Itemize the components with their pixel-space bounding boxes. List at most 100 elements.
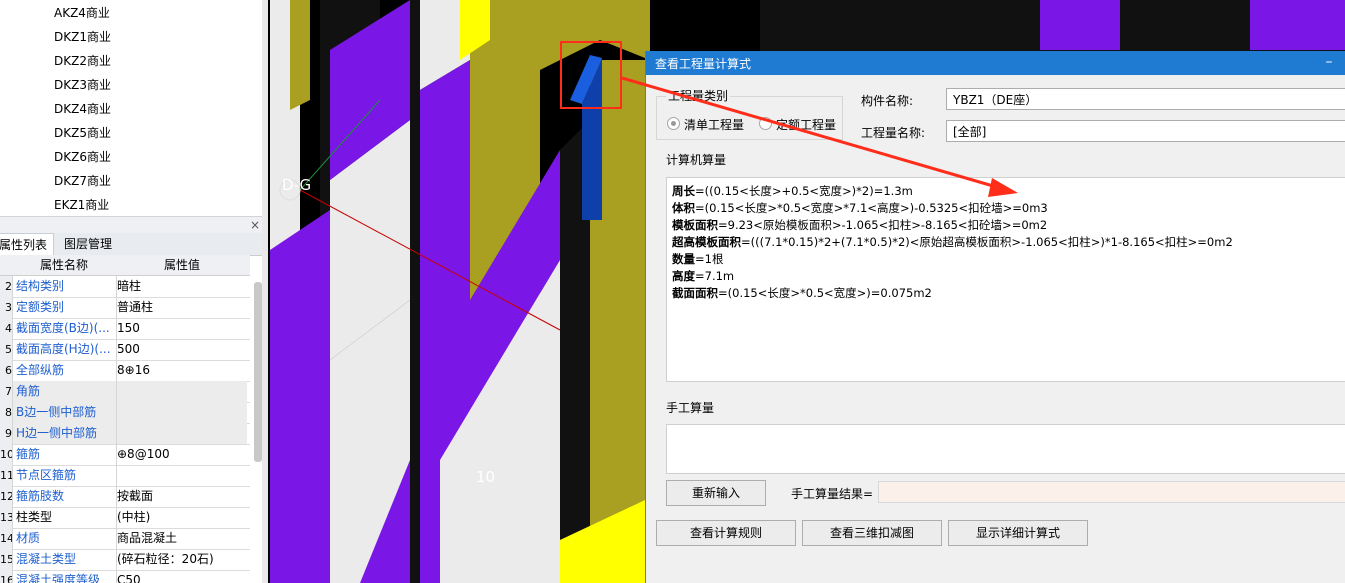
calc-line-formula: =7.1m [695,269,735,283]
calc-line: 数量=1根 [672,251,723,268]
manual-calc-input[interactable] [666,424,1345,474]
column-header-value: 属性值 [163,258,200,272]
row-number: 12 [0,486,13,507]
component-tree: AKZ4商业 DKZ1商业 DKZ2商业 DKZ3商业 DKZ4商业 DKZ5商… [0,0,262,214]
row-number: 6 [0,360,13,381]
calc-line-formula: =(((7.1*0.15)*2+(7.1*0.5)*2)<原始超高模板面积>-1… [741,235,1233,249]
tree-item[interactable]: DKZ1商业 [54,26,111,48]
property-row[interactable]: 11 节点区箍筋 [0,465,250,487]
property-value[interactable]: ⊕8@100 [117,444,247,465]
property-name: 混凝土类型 [13,549,117,570]
row-number: 10 [0,444,13,465]
property-name: 截面宽度(B边)(... [13,318,117,339]
property-value[interactable]: 8⊕16 [117,360,247,381]
property-name: 混凝土强度等级 [13,570,117,583]
property-value[interactable]: 商品混凝土 [117,528,247,549]
property-value[interactable]: C50 [117,570,247,583]
calc-line-formula: =(0.15<长度>*0.5<宽度>)=0.075m2 [718,286,932,300]
computer-calc-title: 计算机算量 [666,153,727,167]
property-row[interactable]: 8 B边一侧中部筋 [0,402,250,424]
dialog-title: 查看工程量计算式 [655,57,752,71]
tree-item[interactable]: EKZ1商业 [54,194,109,214]
property-row[interactable]: 4 截面宽度(B边)(... 150 [0,318,250,340]
close-icon[interactable]: × [250,218,260,232]
property-value[interactable]: (中柱) [117,507,247,528]
property-table-header: 属性名称 属性值 [0,255,250,276]
property-value[interactable]: 150 [117,318,247,339]
property-row[interactable]: 2 结构类别 暗柱 [0,276,250,298]
scrollbar-thumb[interactable] [254,282,262,462]
reenter-button[interactable]: 重新输入 [666,480,766,506]
tree-item[interactable]: DKZ3商业 [54,74,111,96]
manual-result-field[interactable] [878,481,1345,503]
radio-bill-quantity[interactable] [667,117,680,130]
tree-item[interactable]: DKZ6商业 [54,146,111,168]
property-row[interactable]: 15 混凝土类型 (碎石粒径：20石) [0,549,250,571]
property-name: 材质 [13,528,117,549]
grid-number-label: 10 [476,468,496,486]
tree-item[interactable]: DKZ5商业 [54,122,111,144]
property-value[interactable] [117,381,247,402]
property-row[interactable]: 9 H边一侧中部筋 [0,423,250,445]
row-number: 9 [0,423,13,444]
component-name-field[interactable]: YBZ1（DE座） [946,88,1345,110]
calc-line: 高度=7.1m [672,268,734,285]
axis-label: D-G [282,176,312,194]
property-value[interactable]: 按截面 [117,486,247,507]
property-row[interactable]: 16 混凝土强度等级 C50 [0,570,250,583]
property-row[interactable]: 12 箍筋肢数 按截面 [0,486,250,508]
tree-item[interactable]: DKZ7商业 [54,170,111,192]
left-panel: AKZ4商业 DKZ1商业 DKZ2商业 DKZ3商业 DKZ4商业 DKZ5商… [0,0,268,583]
calc-line-formula: =1根 [695,252,724,266]
calc-line-key: 数量 [672,252,695,266]
property-value[interactable]: (碎石粒径：20石) [117,549,247,570]
minimize-button[interactable]: – [1322,52,1336,72]
property-value[interactable] [117,465,247,486]
view-3d-deduction-button[interactable]: 查看三维扣减图 [802,520,942,546]
quantity-name-select[interactable]: [全部] [946,120,1345,142]
tree-item[interactable]: DKZ4商业 [54,98,111,120]
property-name: 柱类型 [13,507,117,528]
property-row[interactable]: 10 箍筋 ⊕8@100 [0,444,250,466]
row-number: 16 [0,570,13,583]
radio-bill-quantity-label[interactable]: 清单工程量 [684,116,744,133]
calc-line: 模板面积=9.23<原始模板面积>-1.065<扣柱>-8.165<扣砼墙>=0… [672,217,1047,234]
annotation-highlight-box [560,41,622,109]
calc-line-key: 高度 [672,269,695,283]
property-value[interactable]: 暗柱 [117,276,247,297]
property-value[interactable]: 500 [117,339,247,360]
radio-quota-quantity[interactable] [759,117,772,130]
calc-formula-dialog: 查看工程量计算式 – 工程量类别 清单工程量 定额工程量 构件名称: YBZ1（… [645,51,1345,583]
property-row[interactable]: 3 定额类别 普通柱 [0,297,250,319]
property-value[interactable] [117,402,247,423]
property-row[interactable]: 7 角筋 [0,381,250,403]
tree-item[interactable]: AKZ4商业 [54,2,110,24]
property-name: 箍筋肢数 [13,486,117,507]
column-header-name: 属性名称 [39,258,88,272]
quantity-name-label: 工程量名称: [861,126,926,140]
component-name-label: 构件名称: [861,94,914,108]
property-row[interactable]: 13 柱类型 (中柱) [0,507,250,529]
calc-line: 截面面积=(0.15<长度>*0.5<宽度>)=0.075m2 [672,285,932,302]
property-name: 定额类别 [13,297,117,318]
show-detailed-formula-button[interactable]: 显示详细计算式 [948,520,1088,546]
tree-item[interactable]: DKZ2商业 [54,50,111,72]
calc-line-key: 超高模板面积 [672,235,741,249]
view-calc-rules-button[interactable]: 查看计算规则 [656,520,796,546]
dialog-title-bar[interactable]: 查看工程量计算式 – [646,51,1345,75]
property-row[interactable]: 5 截面高度(H边)(... 500 [0,339,250,361]
property-value[interactable] [117,423,247,444]
row-number: 4 [0,318,13,339]
property-row[interactable]: 14 材质 商品混凝土 [0,528,250,550]
calc-line-key: 模板面积 [672,218,718,232]
property-value[interactable]: 普通柱 [117,297,247,318]
row-number: 7 [0,381,13,402]
tab-layer-manager[interactable]: 图层管理 [58,233,118,255]
radio-quota-quantity-label[interactable]: 定额工程量 [776,116,836,133]
computer-calc-text[interactable]: 周长=((0.15<长度>+0.5<宽度>)*2)=1.3m 体积=(0.15<长… [666,177,1345,382]
calc-line-formula: =(0.15<长度>*0.5<宽度>*7.1<高度>)-0.5325<扣砼墙>=… [695,201,1048,215]
row-number: 11 [0,465,13,486]
property-row[interactable]: 6 全部纵筋 8⊕16 [0,360,250,382]
tab-property-list[interactable]: 属性列表 [0,233,55,256]
row-number: 14 [0,528,13,549]
